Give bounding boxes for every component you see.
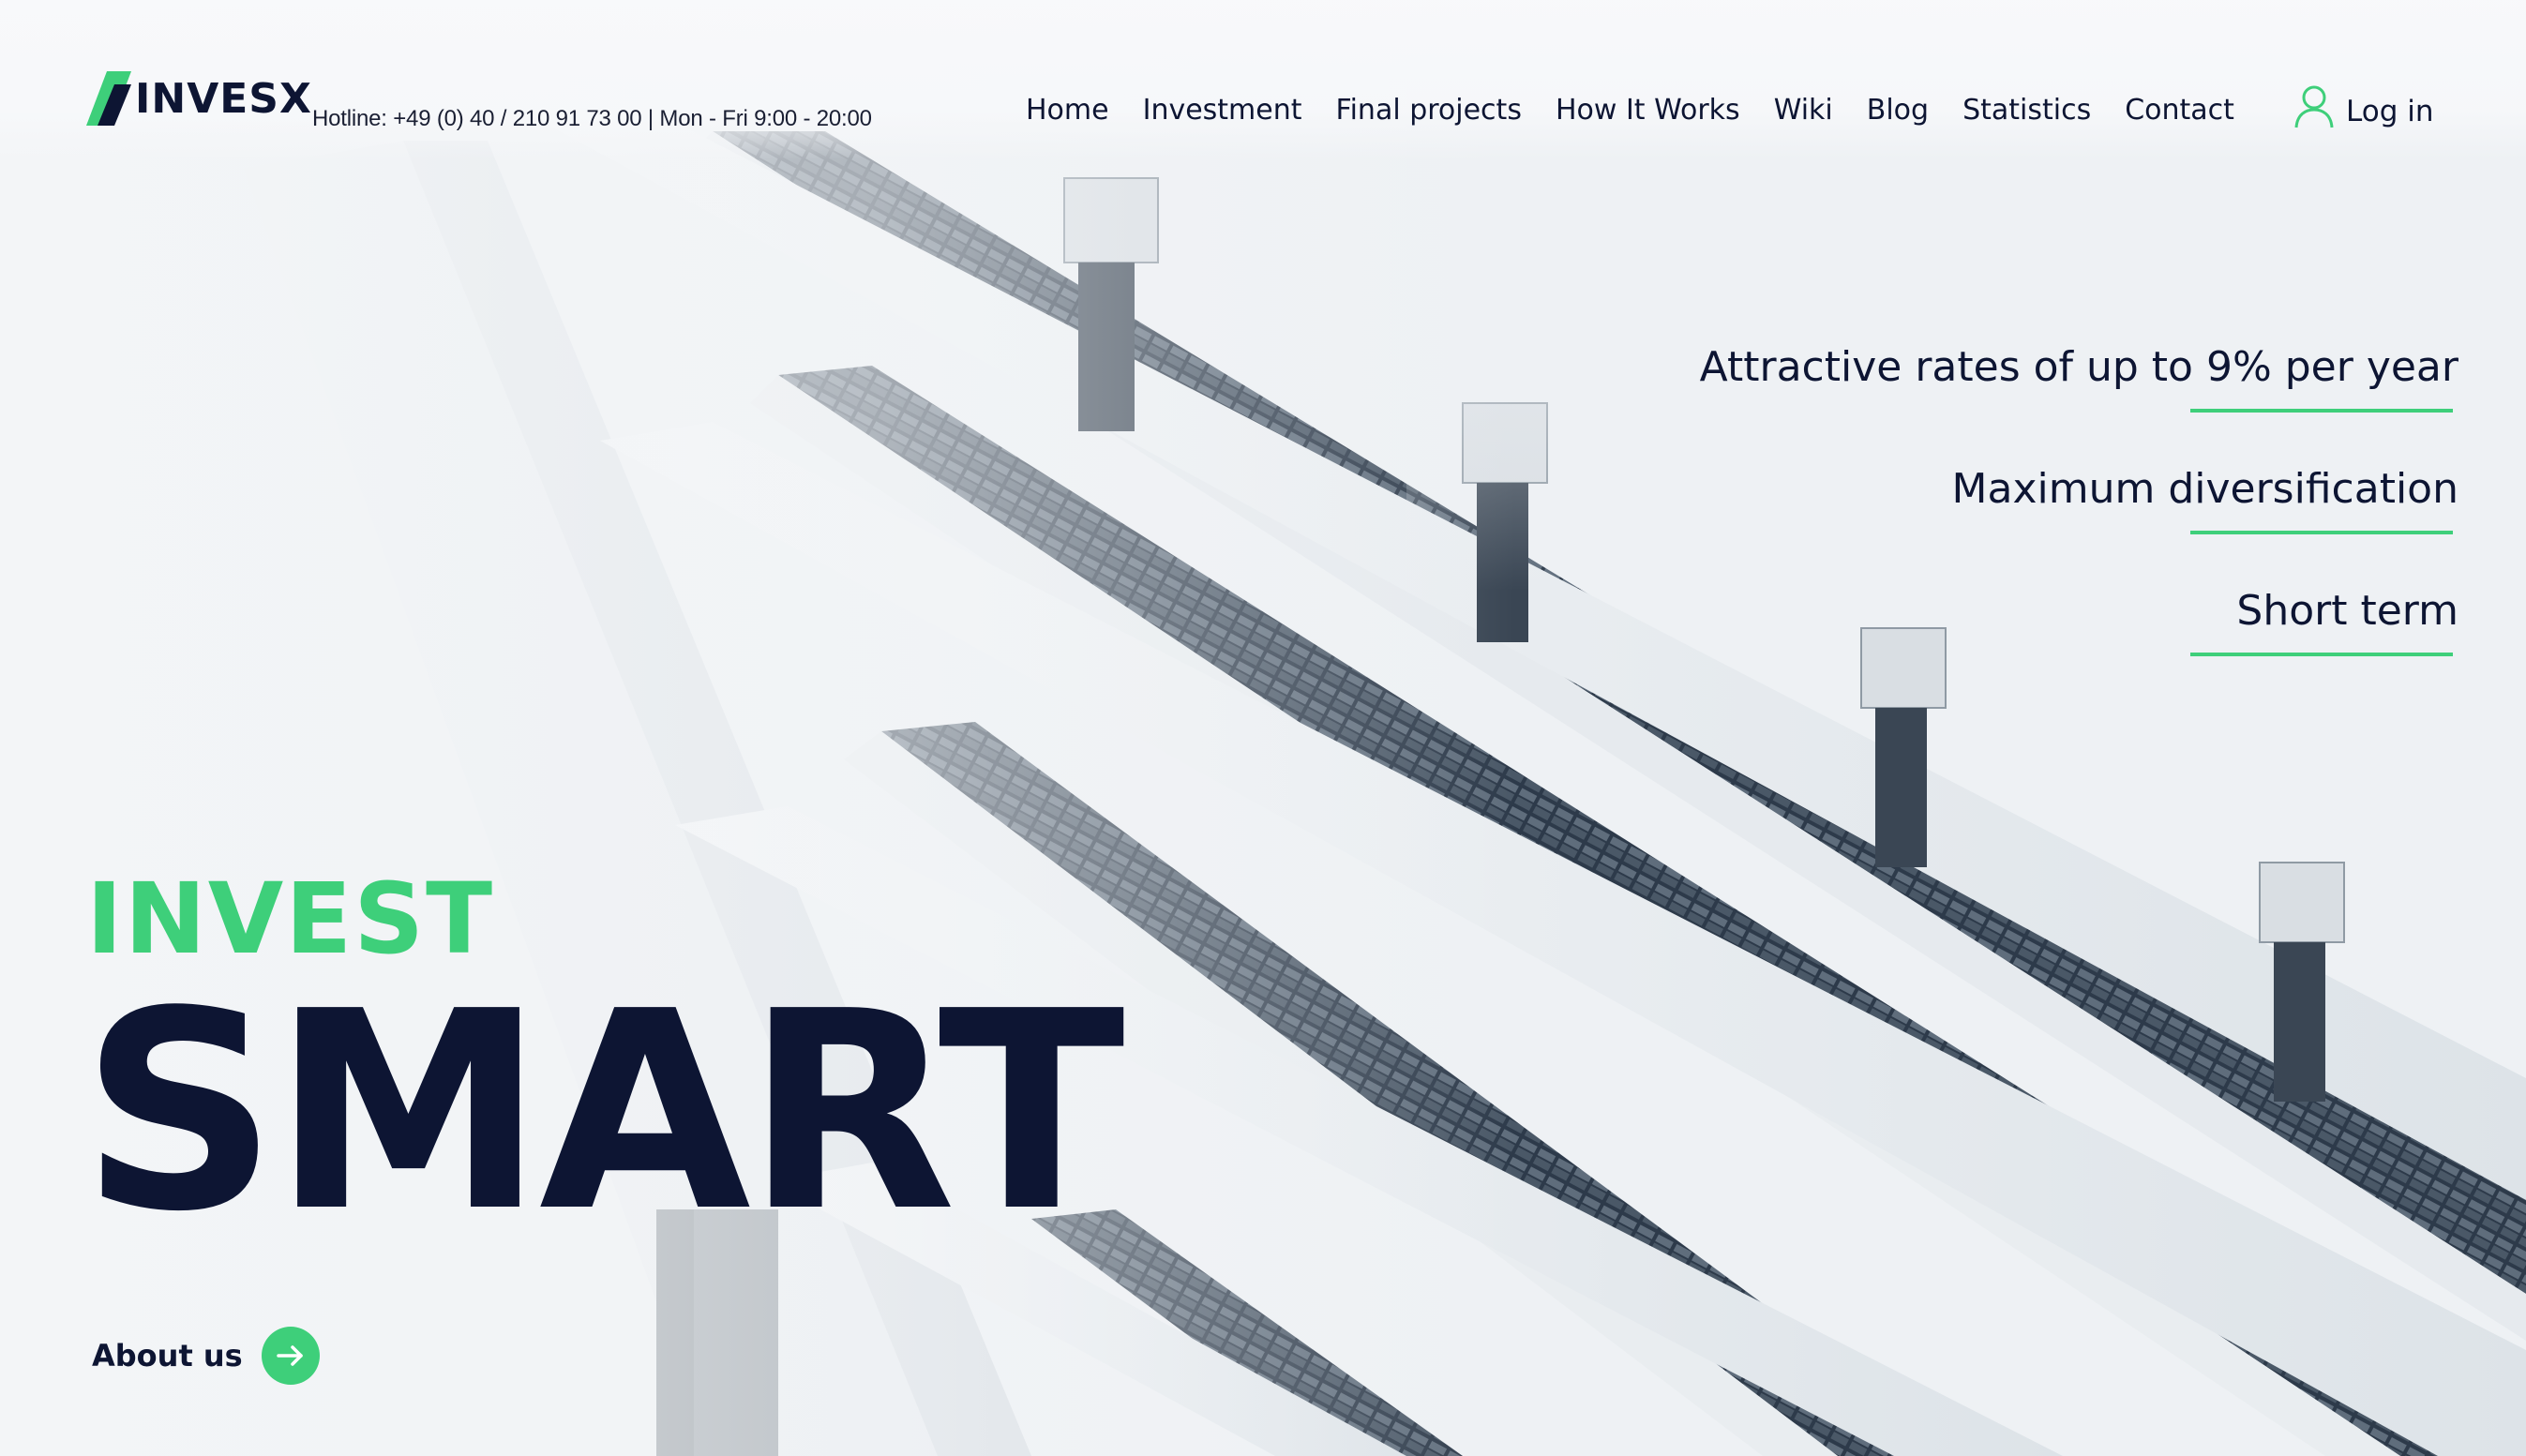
feature-text: Attractive rates of up to 9% per year [1699,343,2458,391]
logo[interactable]: INVESX [86,71,312,126]
arrow-right-icon [276,1345,303,1366]
invesx-logo-mark-icon [86,71,131,126]
feature-text: Maximum diversification [1951,465,2458,513]
hotline-text: Hotline: +49 (0) 40 / 210 91 73 00 | Mon… [312,106,872,131]
feature-underline [2190,653,2453,656]
site-header [0,0,2526,159]
feature-underline [2190,409,2453,413]
feature-underline [2190,531,2453,534]
login-label: Log in [2346,95,2434,128]
hero-headline: SMART [81,953,1125,1271]
nav-item-contact[interactable]: Contact [2125,94,2234,127]
nav-item-blog[interactable]: Blog [1867,94,1929,127]
feature-list: Attractive rates of up to 9% per year Ma… [1700,338,2458,703]
nav-item-wiki[interactable]: Wiki [1774,94,1833,127]
feature-item: Short term [1700,581,2458,656]
login-button[interactable]: Log in [2293,84,2433,129]
feature-item: Attractive rates of up to 9% per year [1700,338,2458,413]
nav-item-final-projects[interactable]: Final projects [1336,94,1522,127]
feature-text: Short term [2236,587,2458,635]
nav-item-how-it-works[interactable]: How It Works [1556,94,1740,127]
brand-name: INVESX [135,74,312,123]
feature-item: Maximum diversification [1700,459,2458,534]
nav-item-investment[interactable]: Investment [1143,94,1302,127]
main-nav: Home Investment Final projects How It Wo… [1026,94,2268,127]
about-us-button[interactable] [261,1327,320,1385]
about-us-link[interactable]: About us [92,1327,320,1385]
nav-item-home[interactable]: Home [1026,94,1109,127]
landing-page: INVESX Hotline: +49 (0) 40 / 210 91 73 0… [0,0,2526,1456]
nav-item-statistics[interactable]: Statistics [1962,94,2091,127]
user-icon [2294,85,2334,128]
about-us-label: About us [92,1338,243,1373]
